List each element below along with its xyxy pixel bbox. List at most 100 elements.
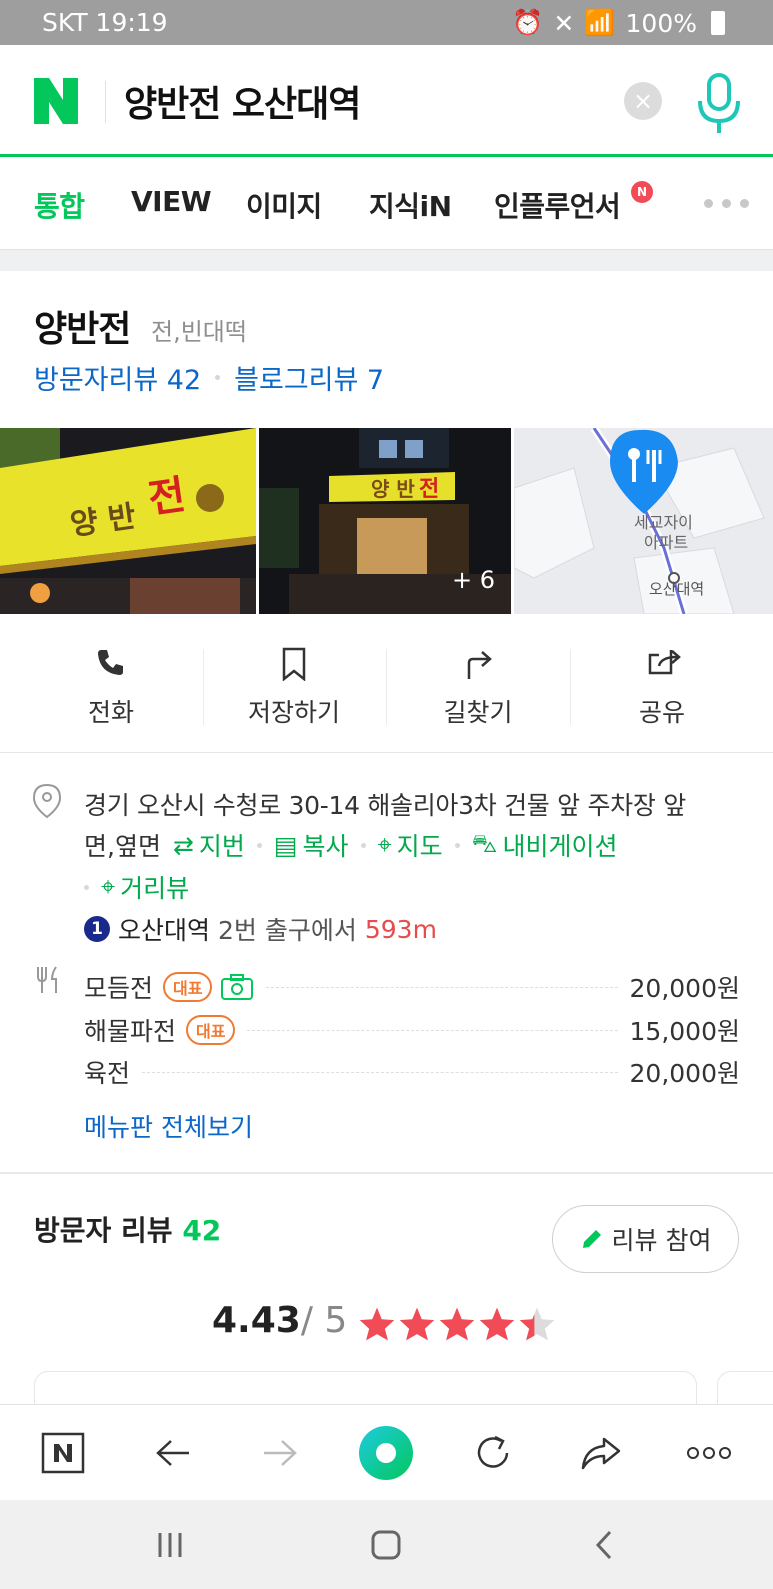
menu-item[interactable]: 육전 20,000원: [84, 1055, 740, 1089]
swap-icon: ⇄: [172, 830, 194, 860]
phone-icon: [98, 650, 123, 675]
refresh-icon: [477, 1435, 509, 1468]
more-menu-button[interactable]: [684, 1405, 734, 1501]
directions-button[interactable]: 길찾기: [386, 625, 570, 753]
place-name[interactable]: 양반전: [34, 300, 131, 352]
map-label-apt: 세교자이: [634, 513, 693, 532]
tab-influencer[interactable]: 인플루언서: [494, 185, 621, 225]
menu-item-price: 15,000원: [629, 1017, 740, 1046]
jibun-link[interactable]: ⇄ 지번: [173, 827, 245, 863]
map-label-apt2: 아파트: [644, 533, 688, 552]
system-back-button[interactable]: [584, 1500, 624, 1589]
call-label: 전화: [87, 698, 134, 727]
tab-view[interactable]: VIEW: [131, 185, 212, 218]
search-separator: [105, 81, 106, 123]
star-icon: [439, 1307, 475, 1341]
battery-icon: [711, 11, 725, 35]
directions-label: 길찾기: [443, 698, 513, 727]
map-link[interactable]: ⌖ 지도: [378, 827, 443, 863]
microphone-icon[interactable]: [694, 73, 744, 137]
menu-item[interactable]: 모듬전 대표 20,000원: [84, 970, 740, 1004]
more-tabs-icon[interactable]: [704, 199, 749, 208]
home-button[interactable]: [366, 1500, 406, 1589]
search-bar: 양반전 오산대역 ×: [0, 45, 773, 157]
carrier-time: SKT 19:19: [42, 8, 168, 37]
street-view-pin-icon: ⌖: [101, 872, 116, 901]
save-label: 저장하기: [247, 698, 340, 727]
visitor-reviews-link[interactable]: 방문자리뷰 42: [34, 358, 201, 397]
naver-logo-icon[interactable]: [34, 78, 78, 124]
rating-stars: [358, 1306, 556, 1342]
map-label-station: 오산대역: [649, 580, 704, 598]
menu-item-name: 육전: [84, 1059, 131, 1088]
refresh-button[interactable]: [468, 1405, 518, 1501]
signature-badge: 대표: [163, 972, 213, 1002]
copy-link[interactable]: ▤ 복사: [274, 827, 349, 863]
blog-reviews-link[interactable]: 블로그리뷰 7: [234, 358, 384, 397]
map-pin-icon: ⌖: [377, 830, 392, 859]
subway-line-badge: 1: [84, 916, 110, 942]
chevron-left-icon: [595, 1530, 612, 1559]
copy-icon: ▤: [273, 830, 298, 860]
menu-item[interactable]: 해물파전 대표 15,000원: [84, 1013, 740, 1047]
svg-text:전: 전: [145, 472, 188, 523]
save-button[interactable]: 저장하기: [202, 625, 386, 753]
storefront-photo-2[interactable]: 양 반 전 + 6: [259, 428, 511, 614]
subway-distance: 593m: [364, 914, 437, 944]
share-button[interactable]: 공유: [570, 625, 754, 753]
address-tail: 면,옆면: [84, 832, 161, 861]
menu-item-price: 20,000원: [629, 974, 740, 1003]
photo-strip: 양 반 전 양 반 전 + 6 세교자이 아파트 오산대역: [0, 428, 773, 614]
navigation-link[interactable]: ⛍ 내비게이션: [472, 827, 618, 863]
more-dots-icon: [687, 1447, 731, 1459]
svg-text:양 반: 양 반: [371, 477, 415, 501]
bookmark-icon: [282, 647, 306, 681]
naver-home-button[interactable]: [38, 1405, 88, 1501]
status-icons: ⏰ ✕ 📶 100%: [512, 8, 725, 38]
location-map-thumbnail[interactable]: 세교자이 아파트 오산대역: [514, 428, 773, 614]
share-icon: [648, 650, 681, 675]
pencil-icon: [582, 1230, 601, 1248]
car-icon: ⛍: [471, 829, 498, 858]
recent-apps-icon: [158, 1532, 182, 1557]
section-gap: [0, 249, 773, 271]
tab-knowledge-in[interactable]: 지식iN: [369, 185, 452, 225]
home-icon: [371, 1530, 401, 1559]
search-input[interactable]: 양반전 오산대역: [124, 75, 361, 127]
forward-button[interactable]: [255, 1405, 305, 1501]
arrow-right-icon: [264, 1440, 297, 1466]
section-divider: [0, 1172, 773, 1174]
tab-images[interactable]: 이미지: [246, 185, 322, 225]
view-full-menu-link[interactable]: 메뉴판 전체보기: [84, 1108, 253, 1144]
new-badge: N: [631, 181, 653, 203]
share-page-button[interactable]: [576, 1405, 626, 1501]
subway-info: 1 오산대역 2번 출구에서 593m: [84, 911, 437, 947]
naver-n-icon: [41, 1432, 85, 1474]
camera-icon[interactable]: [220, 973, 254, 1001]
menu-item-name: 해물파전: [84, 1017, 177, 1046]
tab-integrated[interactable]: 통합: [34, 185, 85, 225]
rating-score: 4.43/ 5: [212, 1300, 348, 1341]
fork-knife-icon: [37, 966, 57, 993]
address-text: 경기 오산시 수청로 30-14 해솔리아3차 건물 앞 주차장 앞: [84, 791, 686, 820]
menu-item-name: 모듬전: [84, 974, 154, 1003]
green-dot-button[interactable]: [356, 1405, 416, 1501]
storefront-photo-1[interactable]: 양 반 전: [0, 428, 256, 614]
visitor-review-count: 42: [182, 1214, 222, 1247]
clear-search-button[interactable]: ×: [624, 82, 662, 120]
place-actions: 전화 저장하기 길찾기 공유: [0, 625, 773, 753]
recent-apps-button[interactable]: [150, 1500, 190, 1589]
search-tabs: 통합 VIEW 이미지 지식iN 인플루언서: [0, 157, 773, 249]
street-view-link[interactable]: ⌖ 거리뷰: [101, 869, 189, 905]
arrow-left-icon: [156, 1440, 189, 1466]
write-review-button[interactable]: 리뷰 참여: [552, 1205, 739, 1273]
review-links: 방문자리뷰 42 블로그리뷰 7: [34, 358, 384, 397]
back-button[interactable]: [148, 1405, 198, 1501]
star-icon: [479, 1307, 515, 1341]
call-button[interactable]: 전화: [19, 625, 203, 753]
share-label: 공유: [638, 698, 685, 727]
alarm-icon: ⏰: [512, 8, 544, 37]
status-bar: SKT 19:19 ⏰ ✕ 📶 100%: [0, 0, 773, 45]
signature-badge: 대표: [186, 1015, 236, 1045]
photo-more-count: + 6: [451, 566, 495, 594]
